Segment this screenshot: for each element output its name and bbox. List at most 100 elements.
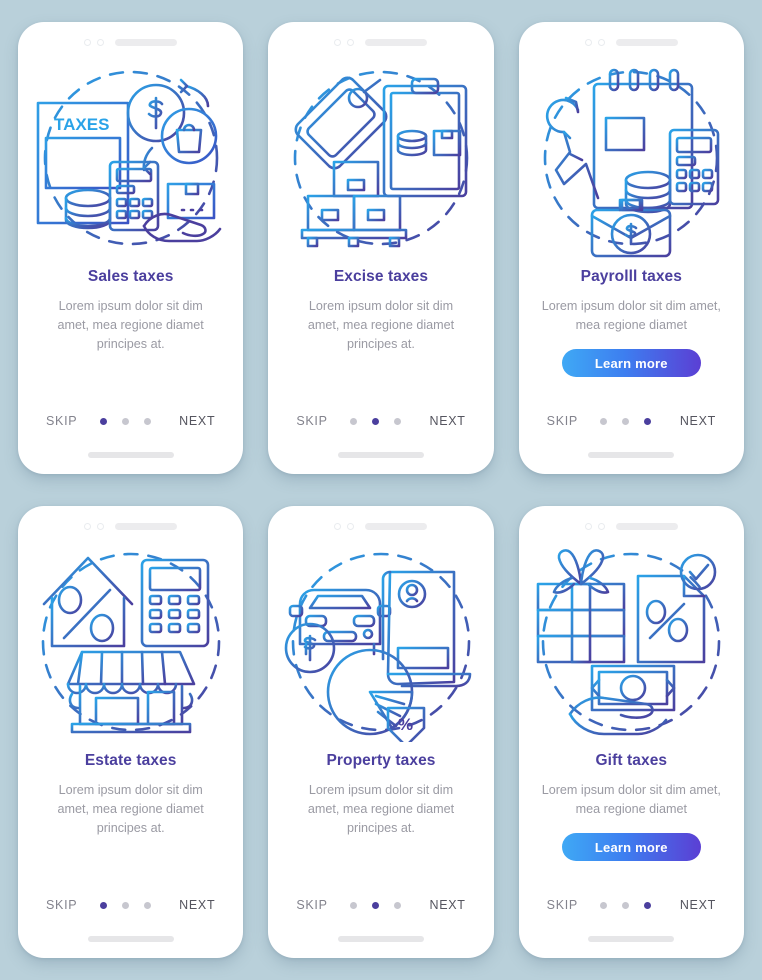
onboarding-screen-estate-taxes: Estate taxes Lorem ipsum dolor sit dim a…: [18, 506, 244, 958]
speaker-bar-icon: [365, 38, 428, 46]
speaker-bar-icon: [365, 522, 428, 530]
pagination-dot-2[interactable]: [372, 901, 380, 909]
illustration-gift-taxes: [519, 538, 744, 746]
illustration-estate-taxes: [18, 538, 243, 746]
phone-status-row: [268, 506, 493, 536]
skip-button[interactable]: SKIP: [296, 414, 327, 428]
pagination-dots: [350, 901, 402, 909]
learn-more-button[interactable]: Learn more: [561, 349, 701, 377]
onboarding-screen-excise-taxes: Excise taxes Lorem ipsum dolor sit dim a…: [268, 22, 494, 474]
onboarding-screen-gift-taxes: Gift taxes Lorem ipsum dolor sit dim ame…: [518, 506, 744, 958]
skip-button[interactable]: SKIP: [547, 414, 578, 428]
next-button[interactable]: NEXT: [179, 414, 215, 428]
onboarding-nav: SKIP NEXT: [519, 414, 744, 428]
camera-dot-icon: [84, 38, 92, 46]
page-description: Lorem ipsum dolor sit dim amet, mea regi…: [541, 299, 721, 332]
pagination-dot-1[interactable]: [99, 417, 107, 425]
svg-text:TAXES: TAXES: [54, 115, 109, 134]
camera-dot-icon: [84, 522, 92, 530]
pagination-dots: [99, 417, 151, 425]
speaker-bar-icon: [615, 522, 678, 530]
skip-button[interactable]: SKIP: [296, 898, 327, 912]
onboarding-screen-property-taxes: % Property taxes Lorem ipsum dolor sit d…: [268, 506, 494, 958]
page-description: Lorem ipsum dolor sit dim amet, mea regi…: [57, 299, 204, 351]
pagination-dot-3[interactable]: [644, 901, 652, 909]
pagination-dots: [600, 417, 652, 425]
skip-button[interactable]: SKIP: [547, 898, 578, 912]
page-title: Property taxes: [326, 752, 436, 769]
sensor-dot-icon: [97, 38, 105, 46]
pagination-dot-2[interactable]: [622, 901, 630, 909]
camera-dot-icon: [334, 38, 342, 46]
phone-status-row: [18, 506, 243, 536]
sensor-dot-icon: [97, 522, 105, 530]
sensor-dot-icon: [597, 38, 605, 46]
page-description: Lorem ipsum dolor sit dim amet, mea regi…: [57, 783, 204, 835]
speaker-bar-icon: [115, 522, 178, 530]
pagination-dot-2[interactable]: [622, 417, 630, 425]
page-title: Sales taxes: [87, 268, 174, 285]
page-description: Lorem ipsum dolor sit dim amet, mea regi…: [541, 783, 721, 816]
pagination-dot-3[interactable]: [394, 417, 402, 425]
page-title: Gift taxes: [595, 752, 668, 769]
home-indicator-bar: [87, 936, 174, 942]
onboarding-nav: SKIP NEXT: [18, 898, 243, 912]
sensor-dot-icon: [347, 522, 355, 530]
phone-status-row: [519, 22, 744, 52]
next-button[interactable]: NEXT: [680, 414, 716, 428]
onboarding-screen-sales-taxes: TAXES Sales taxes Lorem ipsum dolor sit …: [18, 22, 244, 474]
page-description: Lorem ipsum dolor sit dim amet, mea regi…: [307, 783, 455, 835]
next-button[interactable]: NEXT: [430, 898, 466, 912]
pagination-dot-3[interactable]: [143, 417, 151, 425]
pagination-dot-3[interactable]: [394, 901, 402, 909]
pagination-dot-1[interactable]: [350, 417, 358, 425]
pagination-dot-2[interactable]: [372, 417, 380, 425]
home-indicator-bar: [87, 452, 174, 458]
page-title: Payrolll taxes: [580, 268, 682, 285]
home-indicator-bar: [588, 936, 675, 942]
pagination-dot-2[interactable]: [121, 417, 129, 425]
learn-more-button[interactable]: Learn more: [561, 833, 701, 861]
page-title: Estate taxes: [84, 752, 177, 769]
onboarding-nav: SKIP NEXT: [519, 898, 744, 912]
pagination-dot-1[interactable]: [600, 417, 608, 425]
next-button[interactable]: NEXT: [430, 414, 466, 428]
home-indicator-bar: [337, 452, 424, 458]
pagination-dot-1[interactable]: [350, 901, 358, 909]
speaker-bar-icon: [115, 38, 178, 46]
pagination-dot-1[interactable]: [600, 901, 608, 909]
illustration-property-taxes: %: [268, 538, 493, 746]
camera-dot-icon: [584, 522, 592, 530]
onboarding-nav: SKIP NEXT: [18, 414, 243, 428]
onboarding-nav: SKIP NEXT: [268, 414, 493, 428]
illustration-excise-taxes: [268, 54, 493, 262]
page-title: Excise taxes: [333, 268, 429, 285]
pagination-dots: [99, 901, 151, 909]
camera-dot-icon: [584, 38, 592, 46]
speaker-bar-icon: [615, 38, 678, 46]
skip-button[interactable]: SKIP: [46, 898, 77, 912]
pagination-dot-3[interactable]: [143, 901, 151, 909]
phone-status-row: [519, 506, 744, 536]
pagination-dot-1[interactable]: [99, 901, 107, 909]
skip-button[interactable]: SKIP: [46, 414, 77, 428]
home-indicator-bar: [337, 936, 424, 942]
illustration-sales-taxes: TAXES: [18, 54, 243, 262]
pagination-dots: [600, 901, 652, 909]
pagination-dot-2[interactable]: [121, 901, 129, 909]
phone-status-row: [268, 22, 493, 52]
page-description: Lorem ipsum dolor sit dim amet, mea regi…: [307, 299, 455, 351]
sensor-dot-icon: [597, 522, 605, 530]
onboarding-screens-board: TAXES Sales taxes Lorem ipsum dolor sit …: [0, 0, 762, 980]
pagination-dot-3[interactable]: [644, 417, 652, 425]
home-indicator-bar: [588, 452, 675, 458]
svg-text:%: %: [398, 715, 413, 734]
sensor-dot-icon: [347, 38, 355, 46]
camera-dot-icon: [334, 522, 342, 530]
phone-status-row: [18, 22, 243, 52]
next-button[interactable]: NEXT: [179, 898, 215, 912]
next-button[interactable]: NEXT: [680, 898, 716, 912]
pagination-dots: [350, 417, 402, 425]
onboarding-screen-payroll-taxes: Payrolll taxes Lorem ipsum dolor sit dim…: [518, 22, 744, 474]
illustration-payroll-taxes: [519, 54, 744, 262]
